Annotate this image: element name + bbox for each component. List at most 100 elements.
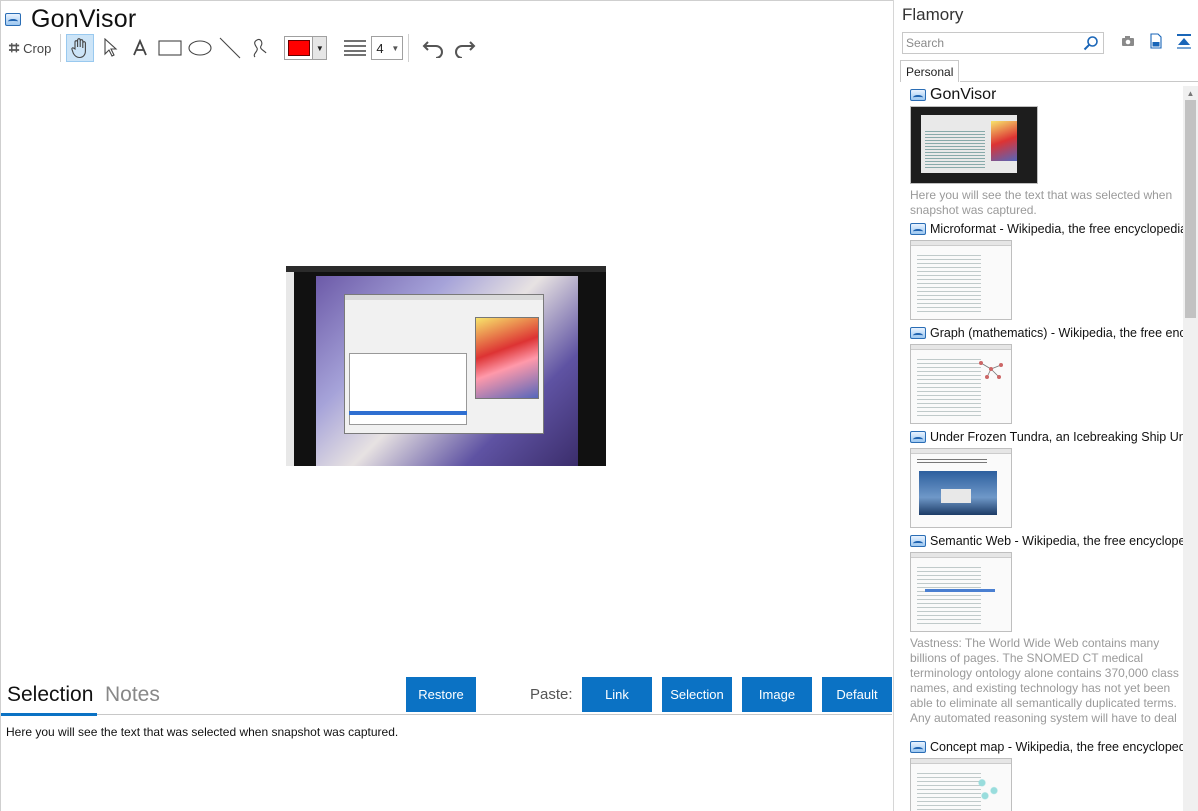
tabs-divider — [97, 714, 892, 715]
sidebar-title: Flamory — [902, 5, 964, 24]
snapshot-image — [286, 266, 606, 466]
snapshot-image-titlebar — [286, 266, 606, 272]
tab-divider — [960, 81, 1198, 82]
list-item-thumbnail — [910, 552, 1012, 632]
snapshot-app-icon — [5, 12, 21, 26]
scrollbar-thumb[interactable] — [1185, 100, 1196, 318]
snapshot-app-icon — [910, 327, 926, 339]
search-box[interactable] — [902, 32, 1104, 54]
line-width-value: 4 — [376, 40, 384, 56]
chevron-down-icon: ▼ — [391, 43, 400, 53]
list-item[interactable]: GonVisor Here you will see the text that… — [910, 86, 1184, 218]
paste-link-button[interactable]: Link — [582, 677, 652, 712]
list-item-thumbnail — [910, 106, 1038, 184]
snapshot-image-selected-row — [349, 411, 467, 415]
search-input[interactable] — [903, 33, 1083, 53]
color-swatch — [288, 40, 311, 56]
list-item-title: Concept map - Wikipedia, the free encycl… — [930, 740, 1184, 754]
list-item[interactable]: Under Frozen Tundra, an Icebreaking Ship… — [910, 428, 1184, 528]
line-icon — [219, 37, 241, 59]
list-item[interactable]: Concept map - Wikipedia, the free encycl… — [910, 738, 1184, 811]
document-icon[interactable] — [1150, 33, 1162, 49]
list-item-thumbnail — [910, 758, 1012, 811]
redo-icon — [455, 41, 476, 58]
snapshot-app-icon — [910, 431, 926, 443]
annotation-toolbar: ⌗ Crop ▼ 4 ▼ — [5, 33, 478, 63]
move-to-top-icon[interactable] — [1176, 33, 1192, 49]
list-item[interactable]: Microformat - Wikipedia, the free encycl… — [910, 220, 1184, 320]
camera-icon[interactable] — [1121, 35, 1135, 47]
list-item-header: Microformat - Wikipedia, the free encycl… — [910, 220, 1184, 238]
list-item-header: Concept map - Wikipedia, the free encycl… — [910, 738, 1184, 756]
tab-selection[interactable]: Selection — [7, 683, 93, 707]
list-item-title: Graph (mathematics) - Wikipedia, the fre… — [930, 326, 1184, 340]
pointer-icon — [104, 38, 118, 57]
snapshot-image-dialog — [344, 294, 544, 434]
text-tool-button[interactable] — [126, 34, 154, 62]
list-item[interactable]: Semantic Web - Wikipedia, the free encyc… — [910, 532, 1184, 726]
redo-button[interactable] — [450, 34, 478, 62]
list-item-title: Semantic Web - Wikipedia, the free encyc… — [930, 534, 1184, 548]
paste-selection-button[interactable]: Selection — [662, 677, 732, 712]
line-width-select[interactable]: 4 ▼ — [371, 36, 404, 60]
snapshot-app-icon — [910, 535, 926, 547]
list-item-header: Under Frozen Tundra, an Icebreaking Ship… — [910, 428, 1184, 446]
freehand-icon — [254, 39, 267, 58]
ellipse-tool-button[interactable] — [186, 34, 214, 62]
rectangle-tool-button[interactable] — [156, 34, 184, 62]
snapshot-title-row: GonVisor — [5, 5, 136, 33]
toolbar-separator — [408, 34, 410, 62]
undo-icon — [422, 41, 444, 58]
tab-notes[interactable]: Notes — [105, 683, 160, 707]
freehand-tool-button[interactable] — [246, 34, 274, 62]
list-item-thumbnail — [910, 240, 1012, 320]
color-picker[interactable]: ▼ — [284, 36, 328, 60]
paste-label: Paste: — [530, 686, 573, 703]
hand-tool-button[interactable] — [66, 34, 95, 62]
line-width-icon — [344, 40, 367, 56]
bottom-tabs-row: Selection Notes Restore Paste: Link Sele… — [1, 677, 894, 717]
list-item-header: GonVisor — [910, 86, 1184, 104]
restore-button[interactable]: Restore — [406, 677, 476, 712]
line-width-button[interactable] — [343, 34, 367, 62]
snapshot-canvas[interactable] — [1, 64, 894, 679]
chevron-up-icon[interactable]: ▲ — [1183, 86, 1198, 100]
active-tab-underline — [1, 713, 97, 716]
select-tool-button[interactable] — [96, 34, 124, 62]
snapshot-image-sidebar — [286, 272, 294, 466]
snapshot-image-cover — [475, 317, 539, 399]
list-item[interactable]: Graph (mathematics) - Wikipedia, the fre… — [910, 324, 1184, 424]
list-item-text: Vastness: The World Wide Web contains ma… — [910, 636, 1179, 725]
flamory-sidebar: Flamory Personal GonVisor Here you will … — [893, 0, 1198, 811]
snapshot-image-dialog-bar — [345, 295, 543, 300]
snapshot-app-icon — [910, 223, 926, 235]
toolbar-separator — [60, 34, 62, 62]
snapshot-title: GonVisor — [31, 4, 137, 33]
paste-image-button[interactable]: Image — [742, 677, 812, 712]
tab-personal[interactable]: Personal — [900, 60, 960, 82]
crop-button[interactable]: ⌗ Crop — [5, 34, 55, 62]
list-item-text: Here you will see the text that was sele… — [910, 188, 1173, 217]
snapshot-list: GonVisor Here you will see the text that… — [910, 86, 1184, 811]
list-item-header: Graph (mathematics) - Wikipedia, the fre… — [910, 324, 1184, 342]
text-icon — [133, 39, 148, 56]
paste-default-button[interactable]: Default — [822, 677, 892, 712]
snapshot-app-icon — [910, 741, 926, 753]
sidebar-scrollbar[interactable]: ▲ — [1183, 86, 1198, 811]
undo-button[interactable] — [420, 34, 448, 62]
list-item-thumbnail — [910, 448, 1012, 528]
crop-icon: ⌗ — [9, 37, 20, 58]
list-item-header: Semantic Web - Wikipedia, the free encyc… — [910, 532, 1184, 550]
line-tool-button[interactable] — [216, 34, 244, 62]
list-item-thumbnail — [910, 344, 1012, 424]
list-item-title: Under Frozen Tundra, an Icebreaking Ship… — [930, 430, 1184, 444]
ellipse-icon — [188, 40, 212, 56]
snapshot-app-icon — [910, 89, 926, 101]
list-item-title: GonVisor — [930, 86, 997, 103]
chevron-down-icon: ▼ — [312, 37, 327, 59]
list-item-title: Microformat - Wikipedia, the free encycl… — [930, 222, 1184, 236]
search-icon[interactable] — [1083, 35, 1099, 51]
rectangle-icon — [158, 40, 182, 56]
snapshot-pane: GonVisor ⌗ Crop ▼ 4 ▼ Selection Notes Re… — [0, 0, 893, 811]
selection-text[interactable]: Here you will see the text that was sele… — [6, 725, 398, 739]
